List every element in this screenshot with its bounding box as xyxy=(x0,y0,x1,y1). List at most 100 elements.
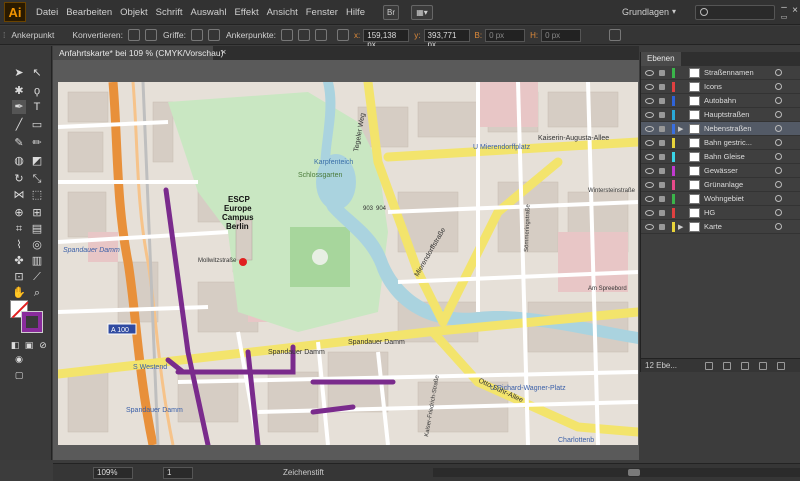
target-circle-icon[interactable] xyxy=(775,83,782,90)
show-handles-icon[interactable] xyxy=(190,29,203,41)
stroke-swatch[interactable] xyxy=(21,311,43,333)
remove-anchor-icon[interactable] xyxy=(281,29,294,41)
lasso-tool-icon[interactable]: ϙ xyxy=(30,84,44,98)
target-circle-icon[interactable] xyxy=(775,209,782,216)
visibility-eye-icon[interactable] xyxy=(645,181,654,188)
visibility-eye-icon[interactable] xyxy=(645,223,654,230)
workspace-chevron-icon[interactable]: ▾ xyxy=(672,7,676,16)
isolate-icon[interactable] xyxy=(337,29,350,41)
color-mode-icon[interactable]: ◧ xyxy=(8,338,22,352)
symbol-sprayer-tool-icon[interactable]: ✤ xyxy=(12,254,26,268)
lock-icon[interactable] xyxy=(659,153,665,160)
blend-tool-icon[interactable]: ◎ xyxy=(30,238,44,252)
menu-hilfe[interactable]: Hilfe xyxy=(346,7,365,18)
maximize-icon[interactable]: ▭ xyxy=(779,13,789,23)
menu-auswahl[interactable]: Auswahl xyxy=(191,7,227,18)
visibility-eye-icon[interactable] xyxy=(645,97,654,104)
free-transform-tool-icon[interactable]: ⬚ xyxy=(30,188,44,202)
selection-tool-icon[interactable]: ➤ xyxy=(12,66,26,80)
hand-tool-icon[interactable]: ✋ xyxy=(12,286,26,300)
convert-corner-icon[interactable] xyxy=(127,29,140,41)
graph-tool-icon[interactable]: ▥ xyxy=(30,254,44,268)
layer-row[interactable]: ▶ Karte xyxy=(641,220,800,234)
none-mode-icon[interactable]: ⊘ xyxy=(36,338,50,352)
eraser-tool-icon[interactable]: ◩ xyxy=(30,154,44,168)
target-circle-icon[interactable] xyxy=(775,97,782,104)
target-circle-icon[interactable] xyxy=(775,139,782,146)
target-circle-icon[interactable] xyxy=(775,153,782,160)
rotate-tool-icon[interactable]: ↻ xyxy=(12,172,26,186)
scrollbar-thumb[interactable] xyxy=(628,469,640,476)
convert-smooth-icon[interactable] xyxy=(144,29,157,41)
visibility-eye-icon[interactable] xyxy=(645,153,654,160)
width-field[interactable]: 0 px xyxy=(485,28,526,42)
lock-icon[interactable] xyxy=(659,209,665,216)
horizontal-scrollbar[interactable] xyxy=(433,468,800,477)
target-circle-icon[interactable] xyxy=(775,195,782,202)
transform-icon[interactable] xyxy=(609,29,622,41)
draw-mode-icon[interactable]: ◉ xyxy=(12,352,26,366)
visibility-eye-icon[interactable] xyxy=(645,139,654,146)
gradient-mode-icon[interactable]: ▣ xyxy=(22,338,36,352)
expand-arrow-icon[interactable]: ▶ xyxy=(678,223,683,231)
layers-tab[interactable]: Ebenen xyxy=(641,52,681,66)
layer-row[interactable]: Straßennamen xyxy=(641,66,800,80)
visibility-eye-icon[interactable] xyxy=(645,111,654,118)
cut-path-icon[interactable] xyxy=(315,29,328,41)
type-tool-icon[interactable]: T xyxy=(30,100,44,114)
workspace-switcher[interactable]: Grundlagen xyxy=(622,7,669,17)
map-artwork[interactable]: ESCP Europe Campus Berlin Schlossgarten … xyxy=(58,82,638,445)
arrange-documents-button[interactable]: ▦▾ xyxy=(410,4,433,20)
layer-row[interactable]: Gewässer xyxy=(641,164,800,178)
target-circle-icon[interactable] xyxy=(775,167,782,174)
close-tab-icon[interactable]: × xyxy=(221,47,226,57)
magic-wand-tool-icon[interactable]: ✱ xyxy=(12,84,26,98)
lock-icon[interactable] xyxy=(659,69,665,76)
close-icon[interactable]: × xyxy=(790,6,800,16)
locate-object-icon[interactable] xyxy=(705,362,713,370)
layer-row[interactable]: Grünanlage xyxy=(641,178,800,192)
shape-builder-tool-icon[interactable]: ⊕ xyxy=(12,206,26,220)
lock-icon[interactable] xyxy=(659,167,665,174)
target-circle-icon[interactable] xyxy=(775,125,782,132)
blob-brush-tool-icon[interactable]: ◍ xyxy=(12,154,26,168)
layer-row[interactable]: Bahn gestric... xyxy=(641,136,800,150)
visibility-eye-icon[interactable] xyxy=(645,125,654,132)
perspective-grid-tool-icon[interactable]: ⊞ xyxy=(30,206,44,220)
delete-layer-icon[interactable] xyxy=(777,362,785,370)
mesh-tool-icon[interactable]: ⌗ xyxy=(12,222,26,236)
menu-datei[interactable]: Datei xyxy=(36,7,58,18)
lock-icon[interactable] xyxy=(659,111,665,118)
menu-bearbeiten[interactable]: Bearbeiten xyxy=(66,7,112,18)
lock-icon[interactable] xyxy=(659,125,665,132)
height-field[interactable]: 0 px xyxy=(541,28,582,42)
lock-icon[interactable] xyxy=(659,139,665,146)
brush-tool-icon[interactable]: ✎ xyxy=(12,136,26,150)
x-field[interactable]: 159,138 px xyxy=(363,28,410,49)
target-circle-icon[interactable] xyxy=(775,69,782,76)
document-tab[interactable]: Anfahrtskarte* bei 109 % (CMYK/Vorschau) xyxy=(53,46,223,60)
layer-row[interactable]: Autobahn xyxy=(641,94,800,108)
target-circle-icon[interactable] xyxy=(775,181,782,188)
bridge-button[interactable]: Br xyxy=(382,4,399,20)
layer-row[interactable]: Hauptstraßen xyxy=(641,108,800,122)
rectangle-tool-icon[interactable]: ▭ xyxy=(30,118,44,132)
zoom-field[interactable]: 109% xyxy=(93,467,133,479)
layer-row[interactable]: Wohngebiet xyxy=(641,192,800,206)
target-circle-icon[interactable] xyxy=(775,223,782,230)
new-layer-icon[interactable] xyxy=(759,362,767,370)
gradient-tool-icon[interactable]: ▤ xyxy=(30,222,44,236)
menu-fenster[interactable]: Fenster xyxy=(306,7,338,18)
clipping-mask-icon[interactable] xyxy=(723,362,731,370)
lock-icon[interactable] xyxy=(659,195,665,202)
visibility-eye-icon[interactable] xyxy=(645,167,654,174)
menu-objekt[interactable]: Objekt xyxy=(120,7,147,18)
lock-icon[interactable] xyxy=(659,83,665,90)
menu-schrift[interactable]: Schrift xyxy=(156,7,183,18)
width-tool-icon[interactable]: ⋈ xyxy=(12,188,26,202)
layer-row[interactable]: Icons xyxy=(641,80,800,94)
layer-row[interactable]: HG xyxy=(641,206,800,220)
layer-row[interactable]: ▶ Nebenstraßen xyxy=(641,122,800,136)
minimize-icon[interactable]: – xyxy=(779,3,789,13)
help-search-input[interactable] xyxy=(695,5,775,20)
